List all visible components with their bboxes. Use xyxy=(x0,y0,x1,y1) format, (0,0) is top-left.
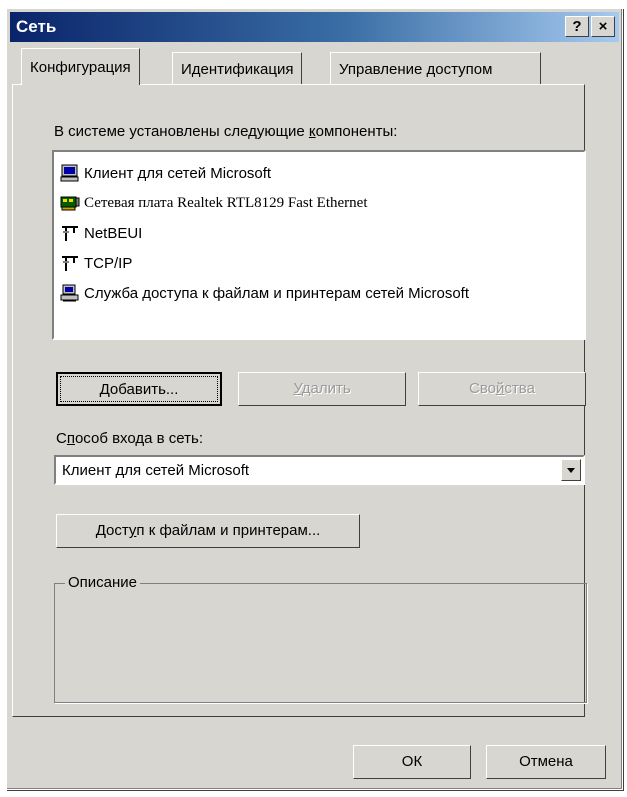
file-printer-sharing-button[interactable]: Доступ к файлам и принтерам... xyxy=(56,514,360,548)
logon-label: Способ входа в сеть: xyxy=(56,430,203,447)
remove-button[interactable]: Удалить xyxy=(238,372,406,406)
components-heading: В системе установлены следующие компонен… xyxy=(54,123,398,140)
list-item[interactable]: TCP/IP xyxy=(60,250,132,276)
properties-button[interactable]: Свойства xyxy=(418,372,586,406)
cancel-button[interactable]: Отмена xyxy=(486,745,606,779)
help-icon: ? xyxy=(572,18,582,35)
list-item[interactable]: Клиент для сетей Microsoft xyxy=(60,160,271,186)
help-button[interactable]: ? xyxy=(565,16,589,37)
logon-method-select[interactable]: Клиент для сетей Microsoft xyxy=(54,455,585,485)
protocol-icon xyxy=(62,226,78,241)
tab-access-control[interactable]: Управление доступом xyxy=(330,52,541,84)
tab-identification[interactable]: Идентификация xyxy=(172,52,303,84)
list-item[interactable]: NetBEUI xyxy=(60,220,142,246)
tab-label: Конфигурация xyxy=(30,59,131,76)
description-group: Описание xyxy=(54,574,587,703)
list-item[interactable]: Сетевая плата Realtek RTL8129 Fast Ether… xyxy=(60,190,367,216)
list-item[interactable]: Служба доступа к файлам и принтерам сете… xyxy=(60,280,469,306)
tab-configuration[interactable]: Конфигурация xyxy=(21,48,140,85)
window-title: Сеть xyxy=(16,17,57,36)
protocol-icon xyxy=(62,256,78,271)
close-button[interactable]: × xyxy=(591,16,615,37)
tab-label: Управление доступом xyxy=(339,61,493,78)
components-list[interactable]: Клиент для сетей Microsoft Сетевая плата… xyxy=(52,150,586,340)
close-icon: × xyxy=(598,18,608,35)
description-label: Описание xyxy=(65,574,141,591)
network-card-icon xyxy=(60,196,80,211)
network-client-icon xyxy=(60,164,79,182)
title-bar[interactable]: Сеть ? × xyxy=(10,12,619,42)
logon-method-value: Клиент для сетей Microsoft xyxy=(62,462,250,479)
tab-label: Идентификация xyxy=(181,61,294,78)
add-button[interactable]: Добавить... xyxy=(56,372,222,406)
file-printer-service-icon xyxy=(60,284,79,302)
chevron-down-icon[interactable] xyxy=(561,459,581,481)
ok-button[interactable]: ОК xyxy=(353,745,471,779)
